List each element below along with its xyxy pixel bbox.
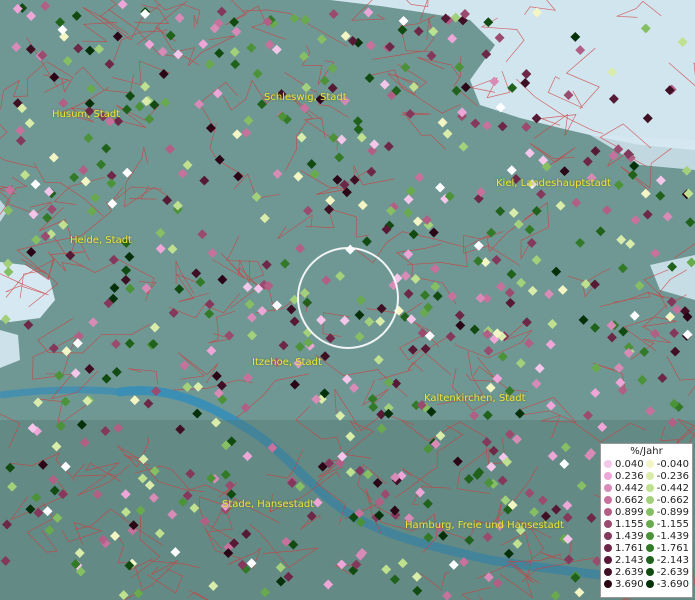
legend-entry-negative: -0.899 [645,506,689,518]
legend-label: 0.040 [615,458,644,470]
legend-label: 0.236 [615,470,644,482]
map-view[interactable]: Husum, Stadt Schleswig, Stadt Kiel, Land… [0,0,695,600]
legend-entry-positive: 3.690 [604,579,646,590]
legend-label: 1.155 [615,518,644,530]
legend-swatch [645,484,654,492]
legend-swatch [604,484,612,492]
legend-label: -2.143 [656,554,689,566]
legend-entry-positive: 0.040 [604,459,646,470]
legend-swatch [645,580,654,588]
legend-entry-positive: 0.662 [604,495,646,506]
legend-label: -1.155 [656,518,689,530]
legend-entry-negative: -1.155 [645,518,689,530]
city-label-stade: Stade, Hansestadt [222,499,315,510]
legend-entry-positive: 1.761 [604,543,646,554]
legend-row: 0.442 -0.442 [604,482,689,494]
legend-label: -1.761 [656,542,689,554]
legend-swatch [604,568,612,576]
legend-swatch [604,460,612,468]
legend-row: 0.899 -0.899 [604,506,689,518]
legend-entry-positive: 0.236 [604,471,646,482]
legend-entry-negative: -2.639 [645,566,689,578]
legend-entry-negative: -0.442 [645,482,689,494]
legend-entry-negative: -1.439 [645,530,689,542]
city-label-heide: Heide, Stadt [70,235,132,246]
legend-entry-positive: 0.442 [604,483,646,494]
legend-entry-negative: -0.236 [645,470,689,482]
city-label-schleswig: Schleswig, Stadt [264,92,347,103]
legend-label: -1.439 [656,530,689,542]
legend-swatch [645,508,654,516]
legend-label: 0.899 [615,506,644,518]
legend-label: -0.040 [656,458,689,470]
legend-swatch [604,544,612,552]
legend-swatch [645,544,654,552]
legend-row: 2.639 -2.639 [604,566,689,578]
legend-label: -0.899 [656,506,689,518]
legend-entry-positive: 2.639 [604,567,646,578]
map-legend: %/Jahr 0.040 -0.040 0.236 -0.236 0.442 -0.442… [600,443,693,598]
legend-label: 1.439 [615,530,644,542]
map-base [0,0,695,600]
city-label-husum: Husum, Stadt [52,109,121,120]
legend-swatch [604,520,612,528]
legend-swatch [645,460,654,468]
city-label-hamburg: Hamburg, Freie und Hansestadt [405,520,564,531]
legend-row: 1.155 -1.155 [604,518,689,530]
legend-label: 3.690 [615,578,644,590]
legend-row: 0.236 -0.236 [604,470,689,482]
legend-swatch [645,472,654,480]
legend-entry-negative: -2.143 [645,554,689,566]
legend-entry-negative: -1.761 [645,542,689,554]
legend-entry-negative: -0.040 [645,458,689,470]
legend-row: 0.662 -0.662 [604,494,689,506]
legend-label: -3.690 [656,578,689,590]
city-label-kiel: Kiel, Landeshauptstadt [496,178,611,189]
legend-swatch [604,496,612,504]
legend-label: -0.662 [656,494,689,506]
legend-swatch [604,472,612,480]
legend-swatch [604,508,612,516]
legend-entry-positive: 0.899 [604,507,646,518]
legend-swatch [645,496,654,504]
legend-entry-positive: 1.155 [604,519,646,530]
legend-label: 0.662 [615,494,644,506]
legend-swatch [645,556,654,564]
city-label-kaltenkirchen: Kaltenkirchen, Stadt [424,393,526,404]
legend-label: 2.639 [615,566,644,578]
legend-swatch [645,532,654,540]
legend-entry-negative: -3.690 [645,578,689,590]
legend-row: 2.143 -2.143 [604,554,689,566]
legend-swatch [604,532,612,540]
legend-swatch [604,556,612,564]
legend-label: -0.442 [656,482,689,494]
legend-entry-positive: 1.439 [604,531,646,542]
legend-row: 1.761 -1.761 [604,542,689,554]
legend-entry-positive: 2.143 [604,555,646,566]
legend-row: 0.040 -0.040 [604,458,689,470]
legend-row: 3.690 -3.690 [604,578,689,590]
legend-swatch [645,568,654,576]
legend-label: 1.761 [615,542,644,554]
legend-entry-negative: -0.662 [645,494,689,506]
lower-saxony-tint [0,420,695,600]
legend-label: 2.143 [615,554,644,566]
legend-row: 1.439 -1.439 [604,530,689,542]
city-label-itzehoe: Itzehoe, Stadt [252,357,322,368]
legend-title: %/Jahr [630,446,663,457]
legend-swatch [645,520,654,528]
legend-label: -0.236 [656,470,689,482]
legend-label: 0.442 [615,482,644,494]
legend-swatch [604,580,612,588]
legend-label: -2.639 [656,566,689,578]
